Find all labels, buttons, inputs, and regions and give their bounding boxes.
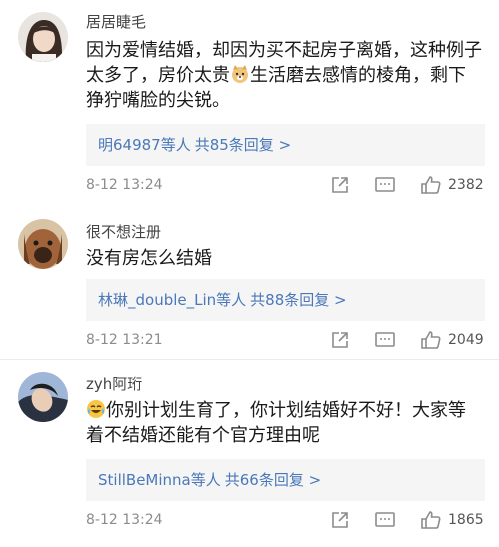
replies-summary[interactable]: 明64987等人 共85条回复 > xyxy=(86,124,485,166)
timestamp: 8-12 13:24 xyxy=(86,177,163,193)
comment-line: 着不结婚还能有个官方理由呢 xyxy=(86,425,320,446)
username[interactable]: 很不想注册 xyxy=(86,221,161,242)
reply-count-link[interactable]: 共85条回复 > xyxy=(195,136,291,154)
share-icon[interactable] xyxy=(330,510,350,534)
like-count: 2382 xyxy=(448,177,484,193)
comment-line-part: 生活磨去感情的棱角，剩下 xyxy=(250,65,466,86)
share-icon[interactable] xyxy=(330,330,350,354)
avatar[interactable] xyxy=(18,219,68,269)
reply-users[interactable]: 林琳_double_Lin等人 xyxy=(98,291,246,309)
comment-meta: 8-12 13:24 2382 xyxy=(86,175,485,197)
comment-line: 你别计划生育了，你计划结婚好不好！大家等 xyxy=(86,398,485,423)
laughing-tears-emoji xyxy=(86,399,106,419)
comment-item: zyh阿珩 你别计划生育了，你计划结婚好不好！大家等 着不结婚还能有个官方理由呢… xyxy=(0,360,499,546)
replies-summary[interactable]: StillBeMinna等人 共66条回复 > xyxy=(86,459,485,501)
reply-icon[interactable] xyxy=(374,510,396,534)
comment-line: 太多了，房价太贵 生活磨去感情的棱角，剩下 xyxy=(86,63,485,88)
comment-line: 狰狞嘴脸的尖锐。 xyxy=(86,90,230,111)
comment-item: 居居睫毛 因为爱情结婚，却因为买不起房子离婚，这种例子 太多了，房价太贵 生活磨去… xyxy=(0,0,499,210)
comment-meta: 8-12 13:24 1865 xyxy=(86,510,485,532)
comment-meta: 8-12 13:21 2049 xyxy=(86,330,485,352)
reply-users[interactable]: StillBeMinna等人 xyxy=(98,471,221,489)
share-icon[interactable] xyxy=(330,175,350,199)
comment-text: 因为爱情结婚，却因为买不起房子离婚，这种例子 太多了，房价太贵 生活磨去感情的棱角… xyxy=(86,38,485,113)
reply-count-link[interactable]: 共88条回复 > xyxy=(250,291,346,309)
comment-line: 因为爱情结婚，却因为买不起房子离婚，这种例子 xyxy=(86,40,482,61)
avatar[interactable] xyxy=(18,12,68,62)
comment-line-part: 你别计划生育了，你计划结婚好不好！大家等 xyxy=(106,400,466,421)
comment-text: 没有房怎么结婚 xyxy=(86,246,485,271)
reply-icon[interactable] xyxy=(374,175,396,199)
reply-count-link[interactable]: 共66条回复 > xyxy=(225,471,321,489)
reply-users[interactable]: 明64987等人 xyxy=(98,136,191,154)
like-icon[interactable] xyxy=(420,510,442,534)
comment-line-part: 太多了，房价太贵 xyxy=(86,65,230,86)
timestamp: 8-12 13:24 xyxy=(86,512,163,528)
avatar[interactable] xyxy=(18,372,68,422)
replies-summary[interactable]: 林琳_double_Lin等人 共88条回复 > xyxy=(86,279,485,321)
username[interactable]: 居居睫毛 xyxy=(86,11,146,32)
like-icon[interactable] xyxy=(420,175,442,199)
comment-item: 很不想注册 没有房怎么结婚 林琳_double_Lin等人 共88条回复 > 8-… xyxy=(0,209,499,360)
comment-line: 没有房怎么结婚 xyxy=(86,248,212,269)
like-count: 2049 xyxy=(448,332,484,348)
username[interactable]: zyh阿珩 xyxy=(86,373,142,394)
like-count: 1865 xyxy=(448,512,484,528)
timestamp: 8-12 13:21 xyxy=(86,332,163,348)
dog-face-emoji xyxy=(230,64,250,84)
reply-icon[interactable] xyxy=(374,330,396,354)
like-icon[interactable] xyxy=(420,330,442,354)
comment-text: 你别计划生育了，你计划结婚好不好！大家等 着不结婚还能有个官方理由呢 xyxy=(86,398,485,448)
